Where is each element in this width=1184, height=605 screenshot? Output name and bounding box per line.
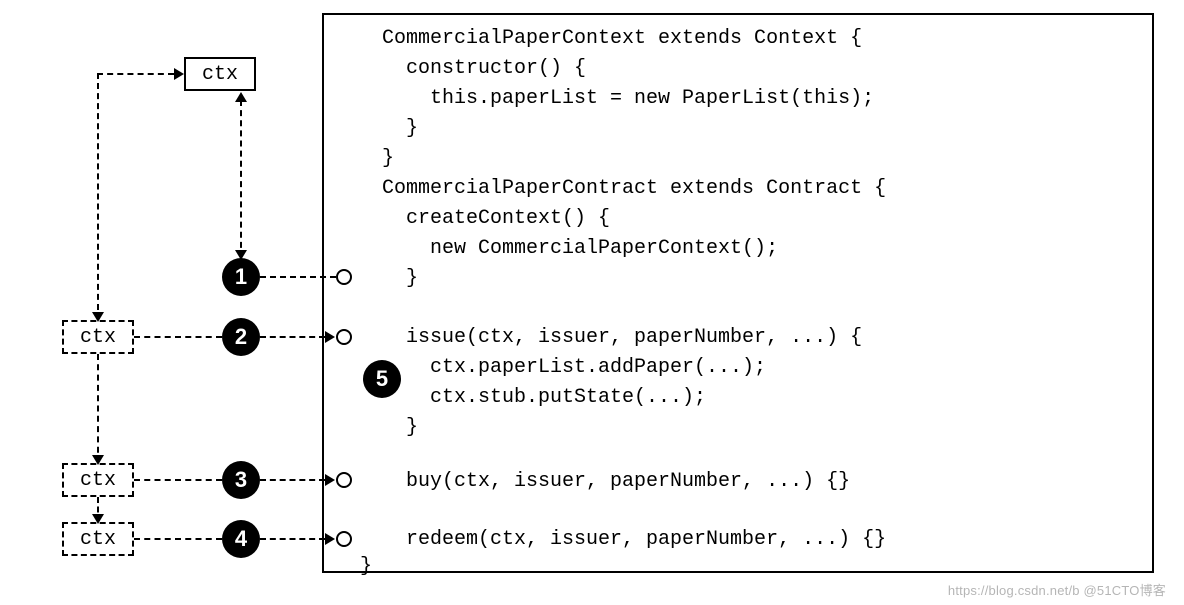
code-line-5: } bbox=[382, 149, 394, 169]
ctx-buy-box: ctx bbox=[62, 463, 134, 497]
ctx-redeem-box: ctx bbox=[62, 522, 134, 556]
line-spine bbox=[97, 73, 99, 320]
badge-2: 2 bbox=[222, 318, 260, 356]
code-line-14: } bbox=[382, 418, 418, 438]
code-line-3: this.paperList = new PaperList(this); bbox=[382, 89, 874, 109]
line-1-to-marker bbox=[260, 276, 336, 278]
code-line-18: redeem(ctx, issuer, paperNumber, ...) {} bbox=[382, 530, 886, 550]
code-line-4: } bbox=[382, 119, 418, 139]
diagram-stage: CommercialPaperContext extends Context {… bbox=[0, 0, 1184, 605]
line-spine-top bbox=[97, 73, 174, 75]
ctx-master-box: ctx bbox=[184, 57, 256, 91]
ctx-issue-box: ctx bbox=[62, 320, 134, 354]
marker-4 bbox=[336, 531, 352, 547]
arrow-3-right bbox=[325, 474, 335, 486]
code-line-16: buy(ctx, issuer, paperNumber, ...) {} bbox=[382, 472, 850, 492]
code-line-6: CommercialPaperContract extends Contract… bbox=[382, 179, 886, 199]
code-line-13: ctx.stub.putState(...); bbox=[382, 388, 706, 408]
watermark: https://blog.csdn.net/b @51CTO博客 bbox=[948, 580, 1166, 599]
arrow-master-up bbox=[235, 92, 247, 102]
arrow-spine-to-ctx3 bbox=[92, 455, 104, 465]
ctx-issue-label: ctx bbox=[80, 326, 116, 349]
line-master-to-badge1 bbox=[240, 100, 242, 258]
ctx-master-label: ctx bbox=[202, 63, 238, 86]
line-badge2-to-marker2 bbox=[260, 336, 325, 338]
line-badge4-to-marker4 bbox=[260, 538, 325, 540]
code-line-7: createContext() { bbox=[382, 209, 610, 229]
arrow-2-right bbox=[325, 331, 335, 343]
badge-5: 5 bbox=[363, 360, 401, 398]
arrow-master-down bbox=[235, 250, 247, 260]
line-spine-2 bbox=[97, 354, 99, 463]
arrow-4-right bbox=[325, 533, 335, 545]
code-line-11: issue(ctx, issuer, paperNumber, ...) { bbox=[382, 328, 862, 348]
marker-2 bbox=[336, 329, 352, 345]
code-line-9: } bbox=[382, 269, 418, 289]
arrow-spine-to-ctx4 bbox=[92, 514, 104, 524]
marker-1 bbox=[336, 269, 352, 285]
line-ctx3-to-badge3 bbox=[134, 479, 222, 481]
line-ctx4-to-badge4 bbox=[134, 538, 222, 540]
code-line-12: ctx.paperList.addPaper(...); bbox=[382, 358, 766, 378]
badge-4: 4 bbox=[222, 520, 260, 558]
line-ctx2-to-badge2 bbox=[134, 336, 222, 338]
arrow-spine-top-right bbox=[174, 68, 184, 80]
badge-1: 1 bbox=[222, 258, 260, 296]
code-line-8: new CommercialPaperContext(); bbox=[382, 239, 778, 259]
ctx-redeem-label: ctx bbox=[80, 528, 116, 551]
code-line-1: CommercialPaperContext extends Context { bbox=[382, 29, 862, 49]
line-badge3-to-marker3 bbox=[260, 479, 325, 481]
badge-3: 3 bbox=[222, 461, 260, 499]
code-line-2: constructor() { bbox=[382, 59, 586, 79]
arrow-spine-to-ctx2 bbox=[92, 312, 104, 322]
ctx-buy-label: ctx bbox=[80, 469, 116, 492]
marker-3 bbox=[336, 472, 352, 488]
code-line-19: } bbox=[360, 557, 372, 577]
